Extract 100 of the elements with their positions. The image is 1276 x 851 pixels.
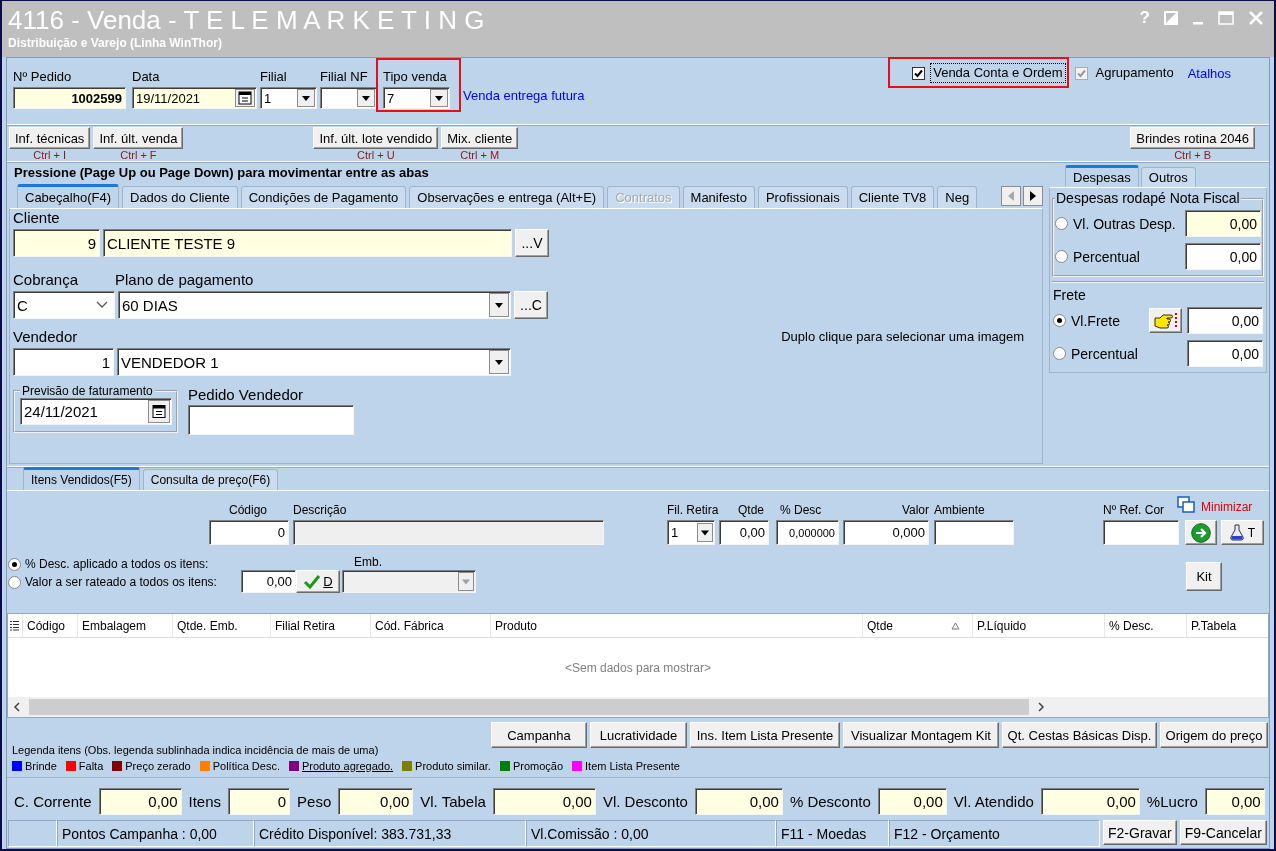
tab[interactable]: Observações e entrega (Alt+E) — [409, 186, 605, 208]
scrollbar-thumb[interactable] — [29, 699, 1029, 715]
column-header[interactable]: % Desc. — [1105, 614, 1187, 637]
input-field[interactable]: 0 — [209, 520, 289, 545]
tab[interactable]: Cabeçalho(F4) — [17, 184, 119, 208]
column-header[interactable]: Cód. Fábrica — [371, 614, 491, 637]
hand-button[interactable] — [1149, 308, 1182, 333]
total-field[interactable]: 0,00 — [877, 788, 947, 815]
tab[interactable]: Condições de Pagamento — [240, 186, 407, 208]
caret-down-icon[interactable] — [489, 293, 509, 317]
caret-down-icon[interactable] — [297, 89, 315, 107]
column-header[interactable]: P.Tabela — [1187, 614, 1269, 637]
shortcuts-link[interactable]: Atalhos — [1187, 65, 1231, 81]
action-button[interactable]: Qt. Cestas Básicas Disp. — [1002, 722, 1157, 748]
input-field[interactable]: 0,00 — [241, 570, 296, 593]
dropdown[interactable] — [320, 87, 377, 109]
radio-button[interactable] — [8, 557, 21, 571]
column-header[interactable]: Filial Retira — [271, 614, 371, 637]
radio-label[interactable]: Valor a ser rateado a todos os itens: — [25, 575, 217, 589]
action-button[interactable]: Campanha — [491, 722, 587, 748]
dropdown[interactable]: 1 — [260, 87, 317, 109]
input-field[interactable] — [934, 520, 1014, 545]
kit-button[interactable]: Kit — [1186, 562, 1222, 591]
radio-label[interactable]: Percentual — [1073, 248, 1180, 265]
column-header[interactable]: P.Líquido — [973, 614, 1105, 637]
billing-dropdown[interactable]: C — [13, 291, 115, 319]
lookup-button[interactable]: ...C — [514, 291, 548, 319]
toolbar-button[interactable]: Inf. últ. lote vendido — [313, 127, 439, 149]
input-field[interactable]: 0,000000 — [776, 520, 839, 545]
radio-button[interactable] — [8, 575, 21, 589]
radio-button[interactable] — [1053, 347, 1066, 360]
input-field[interactable]: 0,00 — [719, 520, 769, 545]
seller-dropdown[interactable]: VENDEDOR 1 — [117, 348, 511, 376]
checkbox[interactable] — [912, 66, 926, 80]
tab[interactable]: Neg — [937, 186, 978, 208]
value-field[interactable]: 0,00 — [1185, 210, 1261, 237]
tab[interactable]: Profissionais — [757, 186, 848, 208]
tab[interactable]: Itens Vendidos(F5) — [23, 467, 140, 490]
checkbox-label[interactable]: Venda Conta e Ordem — [931, 64, 1065, 82]
calendar-icon[interactable] — [148, 400, 170, 423]
caret-down-icon[interactable] — [430, 89, 448, 107]
caret-down-icon[interactable] — [697, 523, 713, 542]
tab[interactable]: Manifesto — [682, 186, 755, 208]
tab[interactable]: Consulta de preço(F6) — [142, 469, 279, 490]
total-field[interactable]: 0 — [228, 788, 291, 815]
arrow-right-icon[interactable] — [1023, 186, 1043, 206]
value-field[interactable]: 0,00 — [1187, 307, 1263, 334]
order-number-field[interactable]: 1002599 — [13, 87, 126, 109]
column-header[interactable]: Qtde. Emb. — [173, 614, 271, 637]
lookup-button[interactable]: ...V — [515, 229, 549, 257]
go-button[interactable] — [1185, 520, 1217, 545]
radio-button[interactable] — [1055, 217, 1068, 230]
total-field[interactable]: 0,00 — [1040, 788, 1140, 815]
radio-button[interactable] — [1053, 314, 1066, 327]
tab[interactable]: Dados do Cliente — [122, 186, 238, 208]
toolbar-button[interactable]: Mix. cliente — [441, 127, 519, 149]
column-header[interactable]: Produto — [491, 614, 863, 637]
client-name-field[interactable]: CLIENTE TESTE 9 — [103, 229, 512, 257]
status-button[interactable]: F2-Gravar — [1103, 820, 1177, 845]
column-header[interactable]: Embalagem — [78, 614, 173, 637]
column-header[interactable]: Qtde — [863, 614, 973, 637]
horizontal-scrollbar[interactable] — [8, 697, 1268, 717]
seller-order-field[interactable] — [188, 405, 354, 435]
action-button[interactable]: Visualizar Montagem Kit — [843, 722, 999, 748]
input-field[interactable] — [1103, 520, 1179, 545]
radio-label[interactable]: Vl. Outras Desp. — [1073, 215, 1180, 232]
date-field[interactable]: 19/11/2021 — [132, 87, 257, 109]
total-field[interactable]: 0,00 — [1204, 788, 1265, 815]
action-button[interactable]: Ins. Item Lista Presente — [690, 722, 840, 748]
tab[interactable]: Outros — [1140, 167, 1196, 187]
total-field[interactable]: 0,00 — [492, 788, 596, 815]
total-field[interactable]: 0,00 — [98, 788, 182, 815]
dropdown[interactable]: 1 — [667, 520, 715, 545]
toolbar-button[interactable]: Inf. técnicas — [9, 127, 91, 149]
total-field[interactable]: 0,00 — [338, 788, 414, 815]
action-button[interactable]: Origem do preço — [1160, 722, 1268, 748]
radio-button[interactable] — [1055, 250, 1068, 263]
calendar-icon[interactable] — [235, 89, 255, 107]
chevron-left-icon[interactable] — [13, 702, 21, 712]
caret-down-icon[interactable] — [489, 350, 509, 374]
action-button[interactable]: Lucratividade — [590, 722, 687, 748]
tab[interactable]: Despesas — [1065, 165, 1139, 187]
tab[interactable]: Cliente TV8 — [850, 186, 935, 208]
column-header[interactable]: Código — [23, 614, 78, 637]
radio-label[interactable]: Vl.Frete — [1071, 312, 1144, 329]
status-button[interactable]: F9-Cancelar — [1179, 820, 1267, 845]
toolbar-button[interactable]: Brindes rotina 2046 — [1130, 127, 1255, 149]
caret-down-icon[interactable] — [357, 89, 375, 107]
flask-button[interactable]: T — [1221, 520, 1264, 545]
radio-label[interactable]: % Desc. aplicado a todos os itens: — [25, 557, 209, 571]
value-field[interactable]: 0,00 — [1187, 340, 1263, 367]
input-field[interactable]: 0,000 — [843, 520, 929, 545]
list-icon[interactable] — [10, 620, 19, 631]
dropdown[interactable]: 7 — [383, 87, 450, 109]
toolbar-button[interactable]: Inf. últ. venda — [93, 127, 184, 149]
payment-plan-dropdown[interactable]: 60 DIAS — [118, 291, 511, 319]
date-field[interactable]: 24/11/2021 — [20, 398, 172, 425]
radio-label[interactable]: Percentual — [1071, 345, 1182, 362]
value-field[interactable]: 0,00 — [1185, 243, 1261, 270]
seller-code-field[interactable]: 1 — [13, 348, 114, 376]
